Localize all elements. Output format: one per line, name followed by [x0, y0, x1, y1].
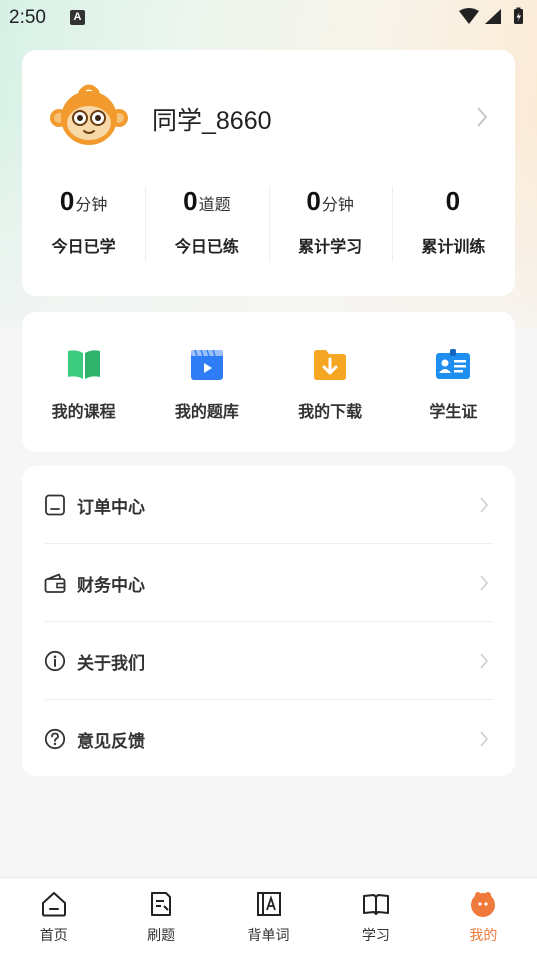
status-icons	[457, 7, 529, 27]
vocabulary-icon	[255, 890, 283, 918]
username: 同学_8660	[152, 107, 272, 135]
menu-list-card: 订单中心 财务中心 关于我们 意见反馈	[22, 466, 515, 776]
stat-value: 0	[183, 186, 198, 216]
nav-label: 首页	[39, 928, 68, 944]
chevron-right-icon	[479, 496, 489, 518]
avatar[interactable]	[49, 78, 129, 158]
nav-profile[interactable]: 我的	[430, 878, 537, 956]
quick-menu-card: 我的课程 我的题库 我的下载 学生证	[22, 312, 515, 452]
stat-label: 今日已学	[51, 237, 116, 256]
order-icon	[44, 494, 66, 516]
nav-home[interactable]: 首页	[0, 878, 107, 956]
stat-total-training[interactable]: 0 累计训练	[391, 180, 515, 270]
profile-card: 同学_8660 0 分钟 今日已学 0 道题 今日已练 0 分钟 累计学习 0 …	[22, 50, 515, 296]
notification-a-icon: A	[70, 10, 85, 25]
nav-study[interactable]: 学习	[322, 878, 429, 956]
quick-item-label: 学生证	[429, 402, 478, 421]
stat-unit: 道题	[198, 195, 231, 214]
video-icon	[189, 346, 225, 382]
chevron-right-icon	[479, 730, 489, 752]
nav-label: 刷题	[147, 928, 176, 944]
info-icon	[44, 650, 66, 672]
chevron-right-icon[interactable]	[475, 105, 489, 133]
stat-value: 0	[59, 186, 75, 216]
profile-icon	[469, 890, 497, 918]
stat-value: 0	[445, 186, 461, 216]
download-folder-icon	[312, 346, 348, 382]
stat-unit: 分钟	[321, 195, 354, 214]
home-icon	[40, 890, 68, 918]
list-item-label: 关于我们	[77, 654, 145, 674]
stat-unit: 分钟	[75, 195, 108, 214]
stats-row: 0 分钟 今日已学 0 道题 今日已练 0 分钟 累计学习 0 累计训练	[22, 180, 515, 270]
chevron-right-icon	[479, 574, 489, 596]
stat-value: 0	[306, 186, 321, 216]
stat-label: 累计训练	[421, 237, 486, 256]
bottom-navigation: 首页 刷题 背单词 学习 我的	[0, 877, 537, 956]
stat-label: 累计学习	[298, 237, 363, 256]
study-book-icon	[362, 890, 390, 918]
nav-label: 我的	[469, 928, 498, 944]
nav-label: 学习	[361, 928, 390, 944]
list-item-order-center[interactable]: 订单中心	[44, 466, 493, 544]
list-item-about-us[interactable]: 关于我们	[44, 622, 493, 700]
quick-item-label: 我的下载	[298, 402, 363, 421]
quick-item-student-card[interactable]: 学生证	[392, 312, 515, 452]
quick-item-my-courses[interactable]: 我的课程	[22, 312, 145, 452]
id-card-icon	[435, 346, 471, 382]
status-time: 2:50	[9, 7, 46, 28]
list-item-finance-center[interactable]: 财务中心	[44, 544, 493, 622]
stat-total-study[interactable]: 0 分钟 累计学习	[268, 180, 392, 270]
help-icon	[44, 728, 66, 750]
quick-item-my-question-bank[interactable]: 我的题库	[145, 312, 268, 452]
status-bar: 2:50 A	[0, 0, 537, 36]
nav-practice[interactable]: 刷题	[107, 878, 214, 956]
wallet-icon	[44, 572, 66, 594]
book-icon	[66, 346, 102, 382]
list-item-label: 订单中心	[77, 498, 145, 518]
stat-today-study[interactable]: 0 分钟 今日已学	[22, 180, 145, 270]
wifi-icon	[459, 8, 479, 24]
nav-label: 背单词	[247, 928, 290, 944]
stat-today-practice[interactable]: 0 道题 今日已练	[145, 180, 268, 270]
nav-vocabulary[interactable]: 背单词	[215, 878, 322, 956]
stat-label: 今日已练	[174, 237, 239, 256]
quick-item-label: 我的课程	[51, 402, 116, 421]
list-item-label: 意见反馈	[77, 732, 145, 752]
quick-item-my-downloads[interactable]: 我的下载	[269, 312, 392, 452]
monkey-avatar-icon	[49, 78, 129, 158]
chevron-right-icon	[479, 652, 489, 674]
quick-item-label: 我的题库	[174, 402, 239, 421]
signal-icon	[485, 9, 501, 24]
list-item-feedback[interactable]: 意见反馈	[44, 700, 493, 778]
battery-icon	[514, 7, 523, 24]
practice-icon	[147, 890, 175, 918]
list-item-label: 财务中心	[77, 576, 145, 596]
